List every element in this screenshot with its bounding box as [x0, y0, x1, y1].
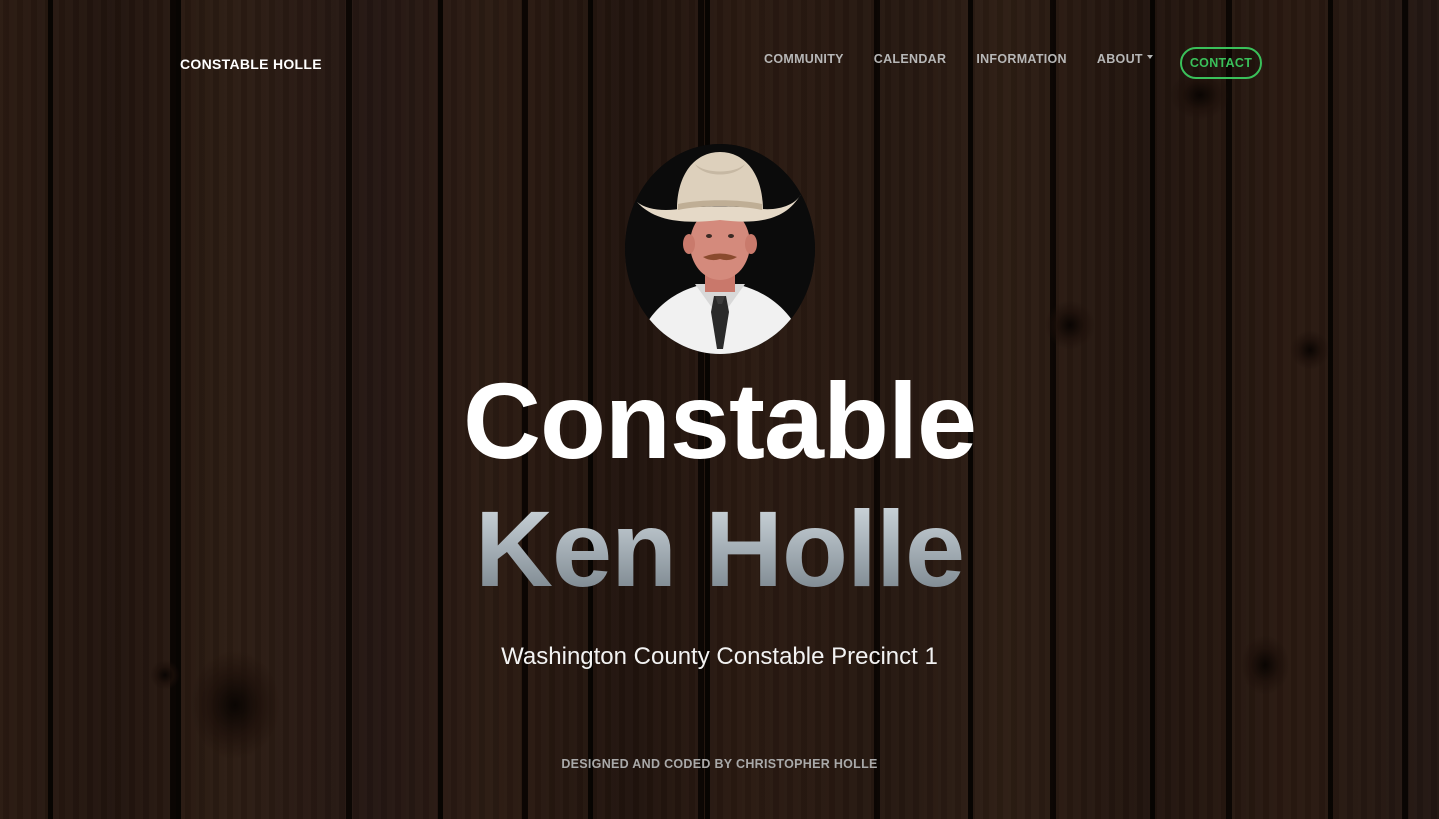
nav-link-community[interactable]: COMMUNITY [764, 52, 844, 66]
contact-button[interactable]: CONTACT [1180, 47, 1262, 79]
navbar: CONSTABLE HOLLE COMMUNITY CALENDAR INFOR… [0, 0, 1439, 130]
hero-title-line-1: Constable [462, 360, 977, 481]
hero-title-name: Ken Holle [474, 488, 965, 609]
hero-subtitle: Washington County Constable Precinct 1 [501, 643, 938, 670]
nav-link-about[interactable]: ABOUT [1097, 52, 1153, 66]
brand-link[interactable]: CONSTABLE HOLLE [180, 56, 322, 72]
caret-down-icon [1146, 55, 1153, 59]
nav-link-calendar[interactable]: CALENDAR [874, 52, 947, 66]
nav-link-information[interactable]: INFORMATION [976, 52, 1067, 66]
hero-title-line-2: Ken Holle [0, 490, 1439, 608]
nav-links: COMMUNITY CALENDAR INFORMATION ABOUT [764, 52, 1183, 66]
footer-credit: DESIGNED AND CODED BY CHRISTOPHER HOLLE [561, 757, 878, 771]
avatar [625, 144, 815, 354]
nav-link-about-label: ABOUT [1096, 52, 1143, 66]
